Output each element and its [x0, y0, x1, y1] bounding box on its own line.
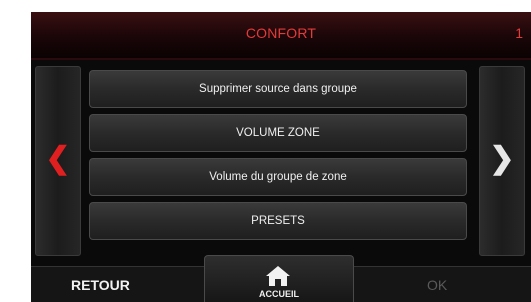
page-title: CONFORT: [245, 25, 317, 41]
home-label: ACCUEIL: [259, 289, 299, 299]
chevron-left-icon: ❮: [45, 142, 71, 175]
home-icon: [266, 266, 290, 286]
previous-page-button[interactable]: ❮: [35, 66, 81, 256]
screen: CONFORT 1 ❮ ❯ Supprimer source dans grou…: [31, 12, 531, 302]
ok-button[interactable]: OK: [427, 277, 447, 293]
menu-item-presets[interactable]: PRESETS: [89, 202, 467, 240]
back-button[interactable]: RETOUR: [71, 277, 130, 293]
header-bar: CONFORT 1: [31, 12, 531, 60]
menu-item-volume-zone[interactable]: VOLUME ZONE: [89, 114, 467, 152]
home-button[interactable]: ACCUEIL: [204, 255, 354, 302]
next-page-button[interactable]: ❯: [479, 66, 525, 256]
menu-item-volume-groupe[interactable]: Volume du groupe de zone: [89, 158, 467, 196]
page-number: 1: [515, 25, 523, 41]
menu-item-supprimer-source[interactable]: Supprimer source dans groupe: [89, 70, 467, 108]
chevron-right-icon: ❯: [489, 142, 515, 175]
